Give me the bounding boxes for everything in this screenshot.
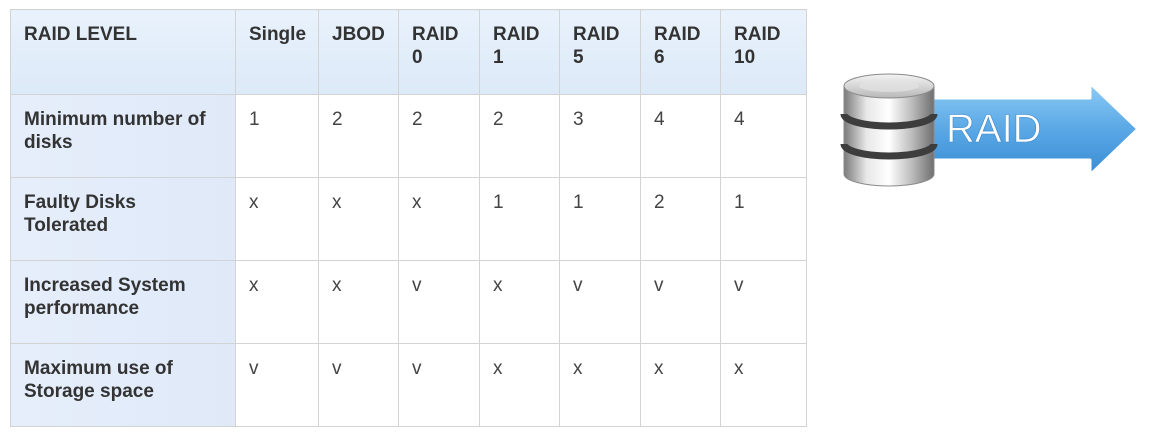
- table-cell: 2: [398, 94, 481, 178]
- table-cell: x: [318, 260, 400, 344]
- table-cell: 1: [559, 177, 642, 261]
- header-cell-raid10: RAID 10: [720, 9, 808, 95]
- row-label: Increased System performance: [10, 260, 236, 344]
- header-cell-raid-level: RAID LEVEL: [10, 9, 236, 95]
- header-cell-jbod: JBOD: [318, 9, 400, 95]
- raid-logo-graphic: RAID: [840, 73, 1140, 187]
- table-cell: 4: [720, 94, 808, 178]
- table-cell: x: [559, 343, 642, 427]
- row-label: Faulty Disks Tolerated: [10, 177, 236, 261]
- table-cell: v: [318, 343, 400, 427]
- table-cell: 1: [479, 177, 561, 261]
- raid-logo: RAID: [838, 68, 1142, 192]
- header-cell-single: Single: [234, 9, 320, 95]
- table-header-row: RAID LEVEL Single JBOD RAID 0 RAID 1 RAI…: [10, 9, 808, 95]
- table-cell: 2: [318, 94, 400, 178]
- table-cell: v: [640, 260, 722, 344]
- table-cell: x: [479, 343, 561, 427]
- table-cell: x: [720, 343, 808, 427]
- table-cell: 2: [640, 177, 722, 261]
- table-cell: 4: [640, 94, 722, 178]
- table-cell: 1: [234, 94, 320, 178]
- raid-comparison-table: RAID LEVEL Single JBOD RAID 0 RAID 1 RAI…: [10, 9, 808, 427]
- table-cell: x: [640, 343, 722, 427]
- header-cell-raid6: RAID 6: [640, 9, 722, 95]
- table-row: Minimum number of disks 1 2 2 2 3 4 4: [10, 94, 808, 178]
- table-cell: v: [398, 260, 481, 344]
- table-cell: 3: [559, 94, 642, 178]
- table-cell: v: [398, 343, 481, 427]
- table-cell: v: [720, 260, 808, 344]
- header-cell-raid5: RAID 5: [559, 9, 642, 95]
- table-cell: 2: [479, 94, 561, 178]
- table-cell: x: [479, 260, 561, 344]
- header-cell-raid0: RAID 0: [398, 9, 481, 95]
- table-cell: v: [234, 343, 320, 427]
- row-label: Maximum use of Storage space: [10, 343, 236, 427]
- header-cell-raid1: RAID 1: [479, 9, 561, 95]
- row-label: Minimum number of disks: [10, 94, 236, 178]
- table-cell: 1: [720, 177, 808, 261]
- database-icon: [840, 73, 938, 187]
- raid-logo-text: RAID: [946, 107, 1042, 151]
- table-cell: x: [398, 177, 481, 261]
- table-cell: x: [234, 260, 320, 344]
- table-cell: x: [318, 177, 400, 261]
- table-row: Faulty Disks Tolerated x x x 1 1 2 1: [10, 177, 808, 261]
- table-row: Increased System performance x x v x v v…: [10, 260, 808, 344]
- table-cell: v: [559, 260, 642, 344]
- table-cell: x: [234, 177, 320, 261]
- table-row: Maximum use of Storage space v v v x x x…: [10, 343, 808, 427]
